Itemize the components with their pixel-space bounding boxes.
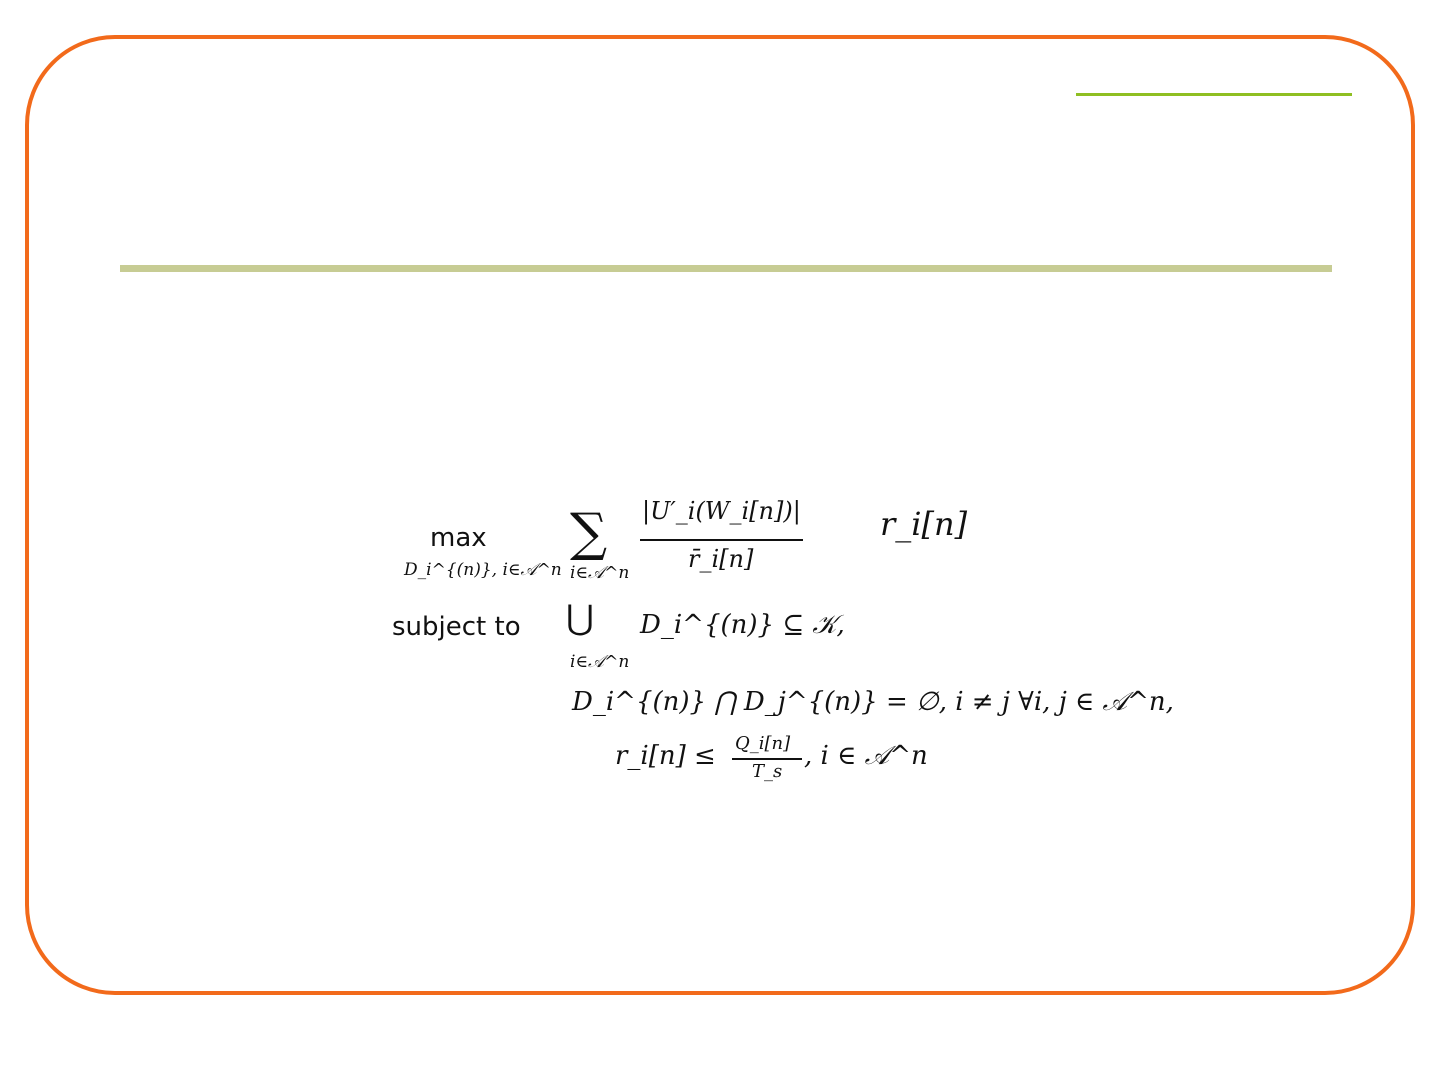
union-symbol: ⋃ [566, 598, 594, 638]
sum-symbol: ∑ [570, 503, 608, 563]
sum-subscript: i∈𝒜^n [570, 563, 630, 583]
constraint-3-lhs: r_i[n] ≤ [615, 741, 716, 771]
fraction-numerator: |U′_i(W_i[n])| [642, 497, 801, 525]
fraction-denominator: r̄_i[n] [688, 545, 754, 573]
max-operator: max [430, 523, 487, 553]
title-rule [120, 265, 1332, 272]
subject-to-label: subject to [392, 612, 521, 642]
constraint-1: D_i^{(n)} ⊆ 𝒦, [640, 610, 845, 640]
slide: max D_i^{(n)}, i∈𝒜^n ∑ i∈𝒜^n |U′_i(W_i[n… [0, 0, 1440, 1080]
constraint-3-fraction-bar [732, 758, 802, 760]
union-subscript: i∈𝒜^n [570, 652, 630, 672]
constraint-3-tail: , i ∈ 𝒜^n [804, 741, 928, 771]
accent-line [1076, 93, 1352, 96]
objective-multiplier: r_i[n] [880, 505, 968, 543]
max-subscript: D_i^{(n)}, i∈𝒜^n [404, 560, 562, 580]
optimization-formula: max D_i^{(n)}, i∈𝒜^n ∑ i∈𝒜^n |U′_i(W_i[n… [390, 475, 1174, 805]
constraint-3-numerator: Q_i[n] [735, 733, 791, 754]
constraint-2: D_i^{(n)} ⋂ D_j^{(n)} = ∅, i ≠ j ∀i, j ∈… [572, 687, 1174, 717]
fraction-bar [640, 539, 803, 541]
constraint-3-denominator: T_s [752, 761, 783, 782]
